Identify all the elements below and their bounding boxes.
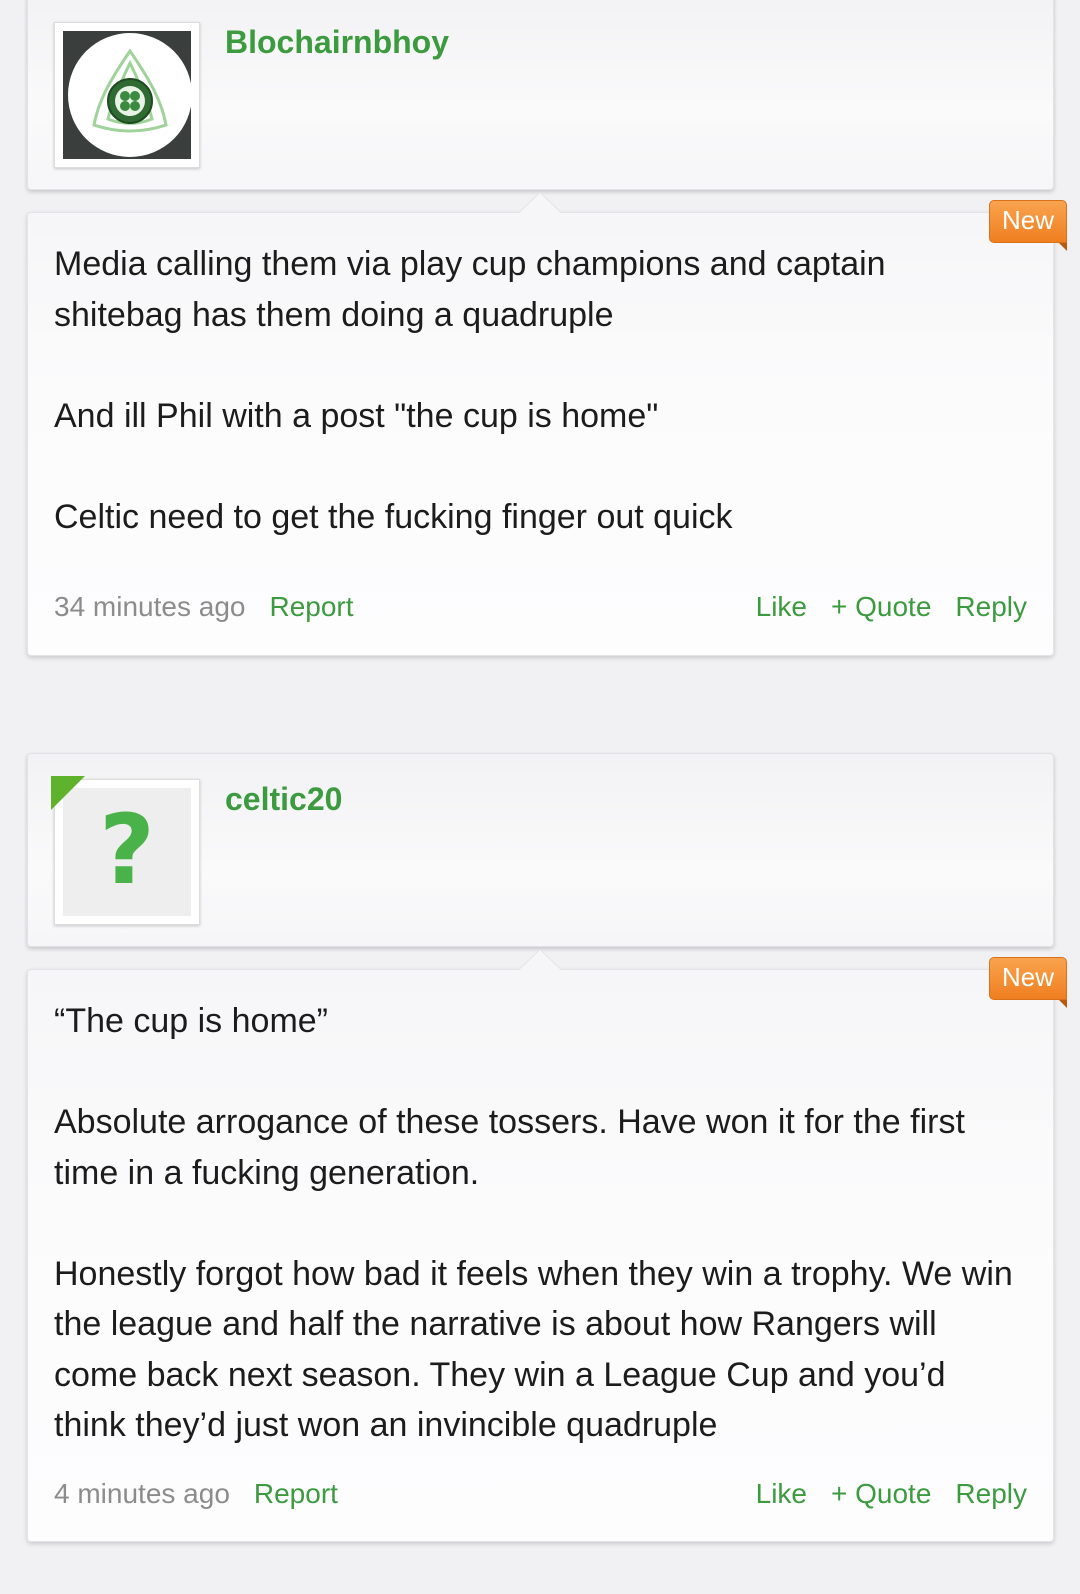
quote-link[interactable]: + Quote	[831, 1478, 931, 1509]
post-paragraph: “The cup is home”	[54, 1002, 328, 1040]
user-info-bar: ? celtic20	[27, 753, 1054, 947]
post-timestamp[interactable]: 34 minutes ago	[54, 591, 245, 622]
speech-arrow	[518, 949, 562, 970]
like-link[interactable]: Like	[756, 1478, 807, 1509]
new-badge: New	[988, 200, 1068, 251]
post-timestamp[interactable]: 4 minutes ago	[54, 1478, 230, 1509]
post-actions: Like + Quote Reply	[732, 591, 1027, 623]
post-footer: 4 minutes ago Report Like + Quote Reply	[54, 1478, 1027, 1510]
user-info-bar: Blochairnbhoy	[27, 0, 1054, 190]
post-actions: Like + Quote Reply	[732, 1478, 1027, 1510]
like-link[interactable]: Like	[756, 591, 807, 622]
post-paragraph: Honestly forgot how bad it feels when th…	[54, 1254, 1013, 1445]
username[interactable]: celtic20	[225, 781, 342, 818]
reply-link[interactable]: Reply	[955, 1478, 1027, 1509]
post-paragraph: Absolute arrogance of these tossers. Hav…	[54, 1103, 965, 1192]
quote-link[interactable]: + Quote	[831, 591, 931, 622]
post-paragraph: Media calling them via play cup champion…	[54, 245, 886, 334]
avatar-corner-flag	[51, 776, 85, 810]
post-message: New “The cup is home” Absolute arrogance…	[27, 949, 1068, 1542]
report-link[interactable]: Report	[254, 1478, 338, 1509]
new-badge: New	[988, 957, 1068, 1008]
username[interactable]: Blochairnbhoy	[225, 24, 449, 61]
post-body: Media calling them via play cup champion…	[54, 239, 1014, 542]
post-body: “The cup is home” Absolute arrogance of …	[54, 996, 1014, 1451]
avatar[interactable]: ?	[51, 776, 200, 925]
post-message: New Media calling them via play cup cham…	[27, 192, 1068, 656]
celtic-crest-icon	[63, 31, 192, 159]
speech-arrow	[518, 192, 562, 213]
report-link[interactable]: Report	[269, 591, 353, 622]
post-paragraph: And ill Phil with a post "the cup is hom…	[54, 396, 659, 435]
post-footer: 34 minutes ago Report Like + Quote Reply	[54, 591, 1027, 623]
reply-link[interactable]: Reply	[955, 591, 1027, 622]
post-paragraph: Celtic need to get the fucking finger ou…	[54, 497, 733, 536]
avatar[interactable]	[54, 22, 200, 168]
